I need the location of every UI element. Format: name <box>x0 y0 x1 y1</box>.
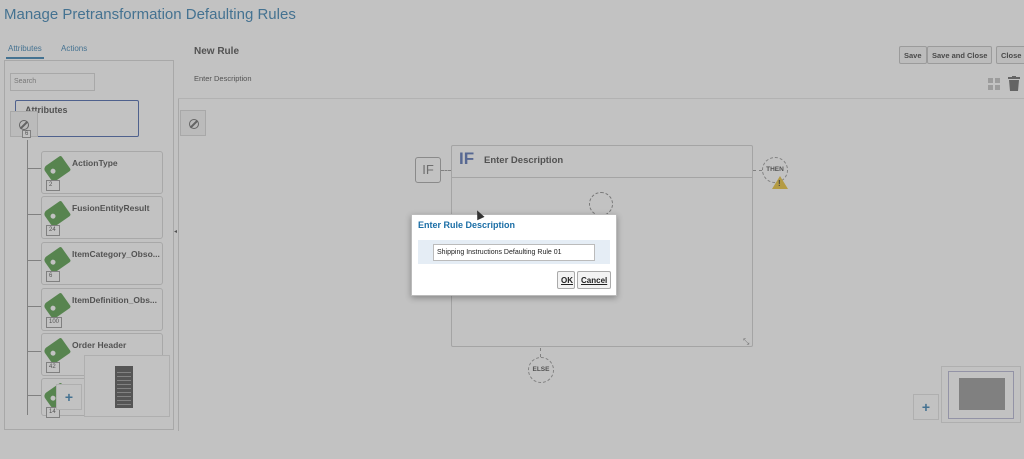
cancel-button[interactable]: Cancel <box>577 271 612 289</box>
rule-description-input[interactable]: Shipping Instructions Defaulting Rule 01 <box>433 244 595 261</box>
dialog-title: Enter Rule Description <box>418 220 516 230</box>
ok-button[interactable]: OK <box>557 271 575 289</box>
